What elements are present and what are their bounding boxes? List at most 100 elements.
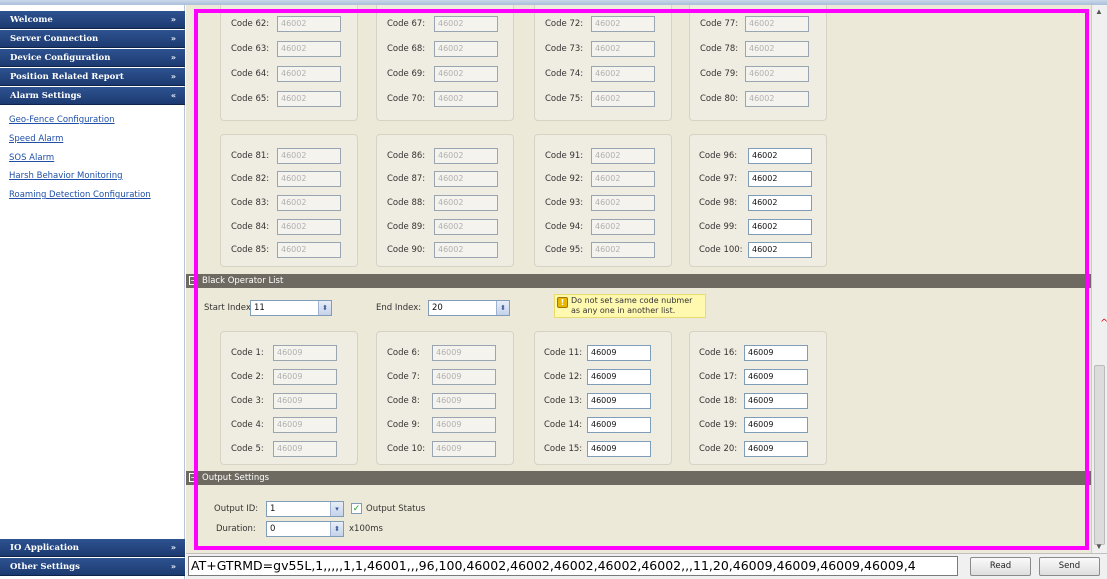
code-field[interactable]: 46002 (434, 41, 498, 57)
code-field[interactable]: 46009 (744, 417, 808, 433)
sidebar-link-geo-fence[interactable]: Geo-Fence Configuration (9, 115, 115, 125)
code-field[interactable]: 46002 (434, 66, 498, 82)
output-status-checkbox[interactable]: ✓ (351, 503, 362, 514)
code-field[interactable]: 46009 (432, 417, 496, 433)
output-id-select[interactable]: 1 ▾ (266, 501, 344, 517)
code-field[interactable]: 46002 (745, 16, 809, 32)
code-label: Code 1: (231, 348, 264, 358)
code-field[interactable]: 46009 (587, 369, 651, 385)
code-field[interactable]: 46009 (587, 441, 651, 457)
spinner-arrows-icon[interactable]: ⬍ (496, 301, 509, 315)
chevron-down-icon[interactable]: ▾ (330, 502, 343, 516)
code-field[interactable]: 46002 (591, 148, 655, 164)
command-field[interactable]: AT+GTRMD=gv55L,1,,,,,1,1,46001,,,96,100,… (188, 556, 958, 576)
code-field[interactable]: 46002 (434, 242, 498, 258)
code-label: Code 96: (699, 151, 738, 161)
read-button[interactable]: Read (970, 557, 1031, 576)
code-field[interactable]: 46009 (587, 417, 651, 433)
sidebar-section-other-settings[interactable]: Other Settings » (0, 558, 185, 576)
code-field[interactable]: 46009 (273, 417, 337, 433)
code-field[interactable]: 46002 (434, 195, 498, 211)
sidebar-link-roaming-detection[interactable]: Roaming Detection Configuration (9, 190, 151, 200)
sidebar-section-position-related-report[interactable]: Position Related Report » (0, 68, 185, 86)
code-field[interactable]: 46009 (432, 441, 496, 457)
black-operator-list-header[interactable]: − Black Operator List (186, 274, 1091, 288)
code-field[interactable]: 46009 (587, 393, 651, 409)
code-field[interactable]: 46009 (273, 369, 337, 385)
code-field[interactable]: 46002 (434, 16, 498, 32)
vertical-scrollbar[interactable]: ▲ ▼ (1091, 5, 1107, 553)
end-index-spinner[interactable]: 20 ⬍ (428, 300, 510, 316)
code-field[interactable]: 46002 (748, 242, 812, 258)
code-label: Code 4: (231, 420, 264, 430)
code-field[interactable]: 46002 (277, 195, 341, 211)
code-group-6-10: Code 6: 46009 Code 7: 46009 Code 8: 4600… (376, 331, 514, 465)
code-field[interactable]: 46002 (434, 148, 498, 164)
scroll-down-icon[interactable]: ▼ (1095, 542, 1103, 551)
code-field[interactable]: 46002 (748, 219, 812, 235)
sidebar-link-sos-alarm[interactable]: SOS Alarm (9, 153, 54, 163)
code-field[interactable]: 46002 (591, 16, 655, 32)
scrollbar-thumb[interactable] (1094, 365, 1105, 545)
code-field[interactable]: 46002 (745, 41, 809, 57)
code-label: Code 89: (387, 222, 426, 232)
start-index-spinner[interactable]: 11 ⬍ (250, 300, 332, 316)
code-field[interactable]: 46002 (591, 91, 655, 107)
code-field[interactable]: 46002 (591, 41, 655, 57)
code-label: Code 2: (231, 372, 264, 382)
collapse-icon[interactable]: − (189, 276, 198, 285)
sidebar-section-welcome[interactable]: Welcome » (0, 11, 185, 29)
code-field[interactable]: 46002 (434, 91, 498, 107)
code-field[interactable]: 46009 (273, 441, 337, 457)
collapse-icon[interactable]: − (189, 473, 198, 482)
code-field[interactable]: 46002 (277, 171, 341, 187)
sidebar-section-io-application[interactable]: IO Application » (0, 539, 185, 557)
code-field[interactable]: 46002 (748, 171, 812, 187)
code-field[interactable]: 46009 (273, 393, 337, 409)
code-field[interactable]: 46009 (273, 345, 337, 361)
code-field[interactable]: 46009 (744, 441, 808, 457)
scroll-up-icon[interactable]: ▲ (1095, 7, 1103, 16)
code-field[interactable]: 46002 (277, 242, 341, 258)
output-settings-header[interactable]: − Output Settings (186, 471, 1091, 485)
code-field[interactable]: 46002 (434, 219, 498, 235)
spinner-arrows-icon[interactable]: ⬍ (330, 522, 343, 536)
code-field[interactable]: 46009 (744, 345, 808, 361)
sidebar-section-server-connection[interactable]: Server Connection » (0, 30, 185, 48)
code-field[interactable]: 46009 (587, 345, 651, 361)
code-field[interactable]: 46002 (748, 195, 812, 211)
code-field[interactable]: 46002 (277, 219, 341, 235)
code-field[interactable]: 46002 (277, 91, 341, 107)
code-field[interactable]: 46002 (591, 242, 655, 258)
code-field[interactable]: 46002 (591, 219, 655, 235)
duration-spinner[interactable]: 0 ⬍ (266, 521, 344, 537)
sidebar-section-label: Device Configuration (10, 53, 111, 63)
code-field[interactable]: 46009 (432, 369, 496, 385)
sidebar-section-alarm-settings[interactable]: Alarm Settings « (0, 87, 185, 105)
sidebar-link-speed-alarm[interactable]: Speed Alarm (9, 134, 63, 144)
code-field[interactable]: 46002 (434, 171, 498, 187)
code-field[interactable]: 46002 (745, 66, 809, 82)
spinner-arrows-icon[interactable]: ⬍ (318, 301, 331, 315)
code-field[interactable]: 46002 (745, 91, 809, 107)
sidebar-link-harsh-behavior[interactable]: Harsh Behavior Monitoring (9, 171, 123, 181)
code-field[interactable]: 46002 (591, 171, 655, 187)
code-field[interactable]: 46009 (432, 393, 496, 409)
code-field[interactable]: 46002 (277, 148, 341, 164)
code-field[interactable]: 46002 (591, 195, 655, 211)
sidebar-section-label: Position Related Report (10, 72, 124, 82)
send-button[interactable]: Send (1039, 557, 1100, 576)
sidebar-section-device-configuration[interactable]: Device Configuration » (0, 49, 185, 67)
code-field[interactable]: 46009 (744, 393, 808, 409)
code-field[interactable]: 46002 (277, 16, 341, 32)
code-field[interactable]: 46002 (748, 148, 812, 164)
code-label: Code 18: (699, 396, 738, 406)
code-field[interactable]: 46009 (744, 369, 808, 385)
code-label: Code 75: (545, 94, 584, 104)
main-pane: Code 62: 46002 Code 63: 46002 Code 64: 4… (186, 5, 1091, 553)
code-field[interactable]: 46009 (432, 345, 496, 361)
code-label: Code 92: (545, 174, 584, 184)
code-field[interactable]: 46002 (277, 41, 341, 57)
code-field[interactable]: 46002 (277, 66, 341, 82)
code-field[interactable]: 46002 (591, 66, 655, 82)
